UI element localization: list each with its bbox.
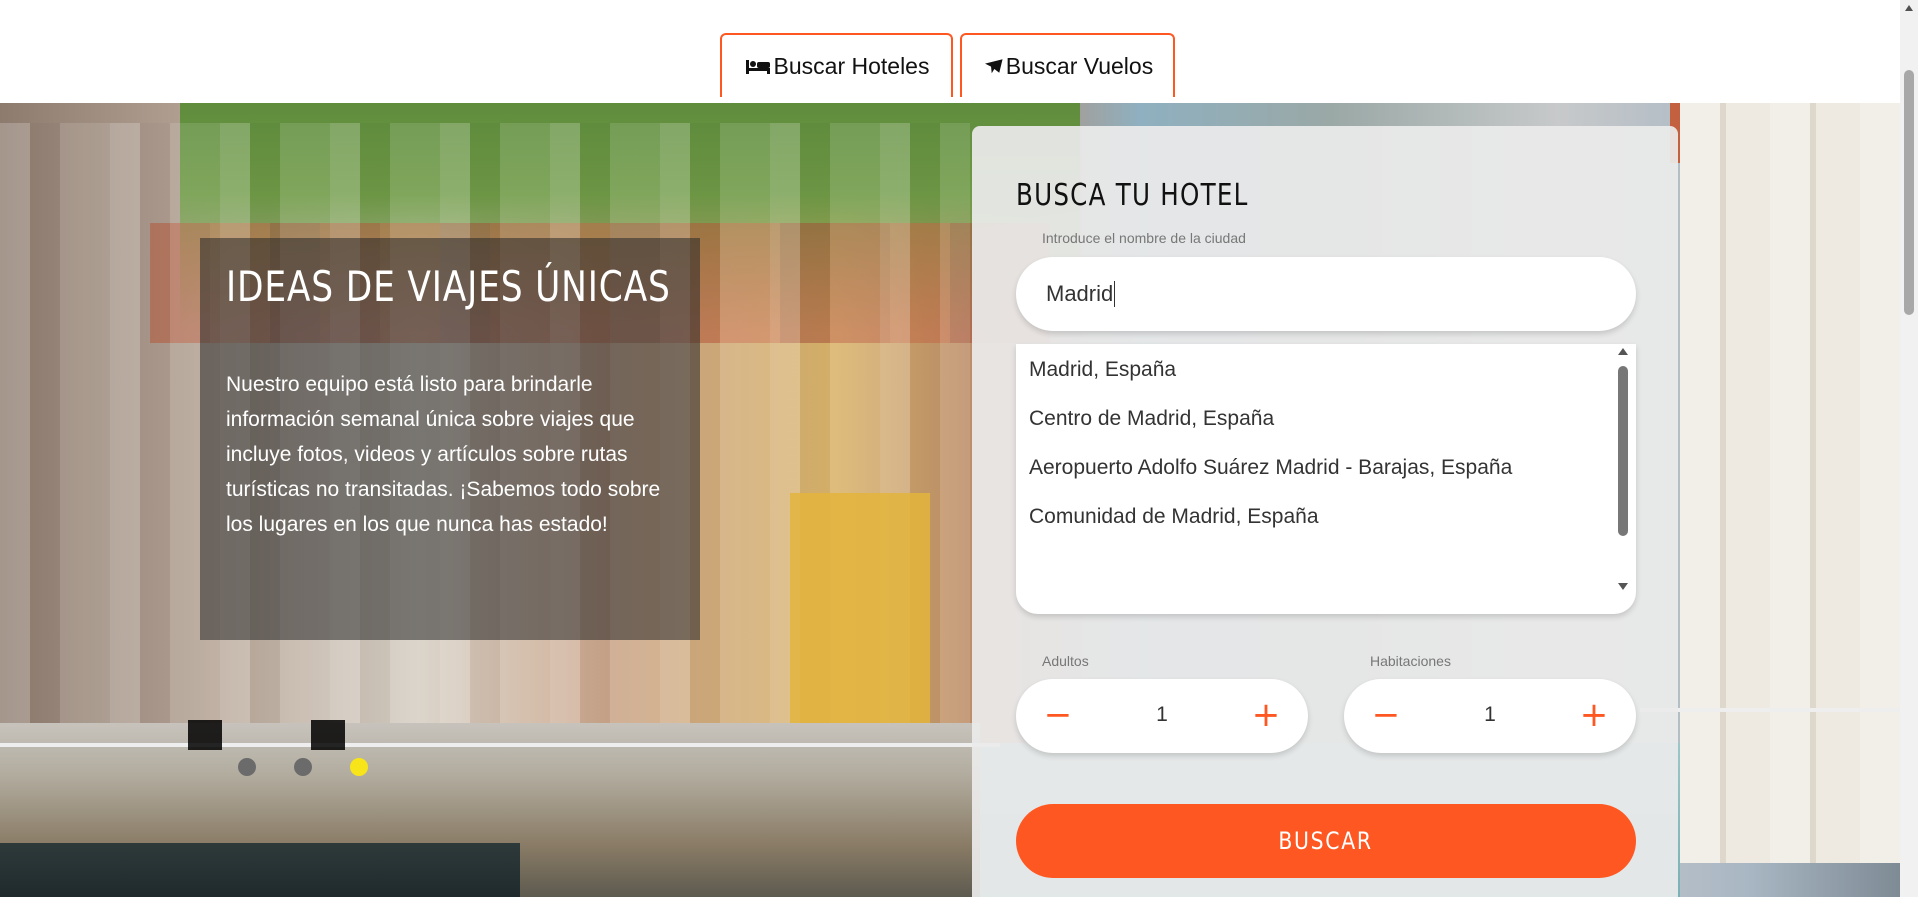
slide-dots [238, 758, 368, 776]
search-title: BUSCA TU HOTEL [1016, 178, 1249, 213]
plane-icon [984, 59, 1003, 74]
tab-flights[interactable]: Buscar Vuelos [960, 33, 1175, 97]
rooms-plus-button[interactable]: + [1574, 695, 1614, 735]
adults-label: Adultos [1042, 653, 1089, 669]
suggestion-item[interactable]: Madrid, España [1029, 358, 1176, 382]
tab-flights-label: Buscar Vuelos [1005, 52, 1154, 79]
scroll-up-arrow-icon[interactable] [1618, 348, 1628, 355]
rooms-label: Habitaciones [1370, 653, 1451, 669]
suggestion-item[interactable]: Comunidad de Madrid, España [1029, 505, 1319, 529]
search-tabs: Buscar Hoteles Buscar Vuelos [0, 0, 1900, 103]
slide-thumb-1 [188, 720, 222, 750]
slide-dot-1[interactable] [238, 758, 256, 776]
text-caret [1114, 281, 1116, 307]
scroll-down-arrow-icon[interactable] [1618, 583, 1628, 590]
city-search-input[interactable]: Madrid [1016, 257, 1636, 331]
hero-description: Nuestro equipo está listo para brindarle… [226, 373, 661, 537]
page-scrollbar[interactable] [1900, 0, 1918, 897]
city-suggestions-dropdown: Madrid, España Centro de Madrid, España … [1016, 344, 1636, 614]
search-button-label: BUSCAR [1278, 827, 1374, 855]
tab-hotels[interactable]: Buscar Hoteles [720, 33, 953, 97]
search-button[interactable]: BUSCAR [1016, 804, 1636, 878]
scroll-up-icon[interactable] [1905, 5, 1913, 11]
adults-stepper: − 1 + [1016, 679, 1308, 753]
slide-dot-3-active[interactable] [350, 758, 368, 776]
suggestion-item[interactable]: Centro de Madrid, España [1029, 407, 1274, 431]
rooms-stepper: − 1 + [1344, 679, 1636, 753]
tab-hotels-label: Buscar Hoteles [773, 52, 930, 79]
bed-icon [745, 60, 770, 74]
hero-info-box: IDEAS DE VIAJES ÚNICAS Nuestro equipo es… [200, 238, 700, 640]
hotel-search-panel: BUSCA TU HOTEL Introduce el nombre de la… [972, 126, 1678, 897]
page-scrollbar-thumb[interactable] [1904, 70, 1914, 315]
slide-thumb-2 [311, 720, 345, 750]
city-input-value: Madrid [1046, 281, 1114, 306]
city-field-label: Introduce el nombre de la ciudad [1042, 230, 1246, 246]
suggestion-item[interactable]: Aeropuerto Adolfo Suárez Madrid - Baraja… [1029, 456, 1512, 480]
hero-title: IDEAS DE VIAJES ÚNICAS [226, 262, 671, 311]
dropdown-scrollbar-thumb[interactable] [1618, 366, 1628, 536]
slide-dot-2[interactable] [294, 758, 312, 776]
adults-plus-button[interactable]: + [1246, 695, 1286, 735]
